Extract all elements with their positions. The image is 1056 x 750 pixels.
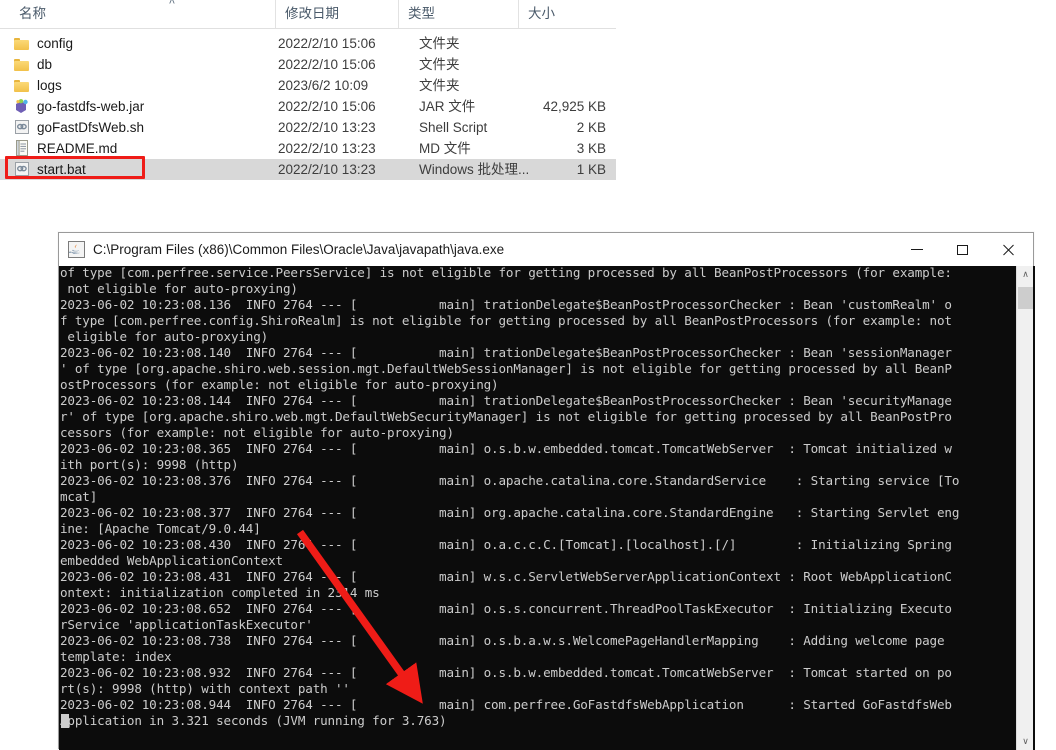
close-button[interactable] [987, 233, 1033, 265]
file-size-cell: 3 KB [576, 141, 606, 156]
file-size-cell [498, 33, 606, 54]
file-name-label: config [37, 36, 74, 51]
file-type-cell: JAR 文件 [419, 99, 476, 114]
file-size-cell: 42,925 KB [542, 99, 606, 114]
file-date-cell: 2023/6/2 10:09 [278, 78, 369, 93]
file-type-cell: 文件夹 [419, 36, 460, 51]
column-header-name[interactable]: 名称 ˄ [10, 0, 275, 28]
java-icon [68, 241, 85, 258]
jar-file-icon [14, 98, 30, 114]
column-header-size-label: 大小 [528, 6, 555, 21]
selection-annotation-box [5, 156, 145, 179]
file-type-cell: Shell Script [419, 120, 488, 135]
console-log-text: of type [com.perfree.service.PeersServic… [60, 266, 960, 729]
markdown-file-icon [14, 140, 30, 156]
column-header-name-label: 名称 [19, 6, 46, 21]
scroll-up-icon[interactable]: ∧ [1017, 266, 1034, 283]
file-explorer-list: 名称 ˄ 修改日期 类型 大小 config 2022/2/10 15:06 文件夹… [0, 0, 1056, 200]
file-size-cell [498, 75, 606, 96]
column-header-row: 名称 ˄ 修改日期 类型 大小 [0, 0, 616, 29]
file-date-cell: 2022/2/10 15:06 [278, 99, 376, 114]
file-name-cell: config [14, 33, 73, 54]
column-header-date-label: 修改日期 [285, 6, 339, 21]
file-date-cell: 2022/2/10 13:23 [278, 120, 376, 135]
file-name-label: README.md [37, 141, 118, 156]
file-name-cell: db [14, 54, 52, 75]
console-scrollbar[interactable]: ∧ ∨ [1016, 266, 1033, 750]
file-date-cell: 2022/2/10 15:06 [278, 36, 376, 51]
file-type-cell: MD 文件 [419, 141, 471, 156]
table-row[interactable]: db 2022/2/10 15:06 文件夹 [0, 54, 616, 75]
maximize-button[interactable] [941, 233, 987, 265]
file-name-label: db [37, 57, 53, 72]
file-name-label: goFastDfsWeb.sh [37, 120, 145, 135]
column-header-date[interactable]: 修改日期 [275, 0, 398, 28]
file-type-cell: 文件夹 [419, 57, 460, 72]
column-header-type[interactable]: 类型 [398, 0, 518, 28]
folder-icon [14, 77, 30, 93]
file-name-label: logs [37, 78, 62, 93]
folder-icon [14, 35, 30, 51]
column-header-type-label: 类型 [408, 6, 435, 21]
file-name-label: go-fastdfs-web.jar [37, 99, 145, 114]
table-row[interactable]: config 2022/2/10 15:06 文件夹 [0, 33, 616, 54]
file-type-cell: 文件夹 [419, 78, 460, 93]
file-size-cell [498, 54, 606, 75]
file-name-cell: logs [14, 75, 62, 96]
console-output-area[interactable]: of type [com.perfree.service.PeersServic… [59, 266, 1035, 750]
minimize-button[interactable] [895, 233, 941, 265]
table-row[interactable]: go-fastdfs-web.jar 2022/2/10 15:06 JAR 文件 4… [0, 96, 616, 117]
console-cursor [61, 714, 69, 728]
file-name-cell: goFastDfsWeb.sh [14, 117, 144, 138]
file-date-cell: 2022/2/10 13:23 [278, 141, 376, 156]
scrollbar-thumb[interactable] [1018, 287, 1033, 309]
scroll-down-icon[interactable]: ∨ [1017, 733, 1034, 750]
console-title-bar[interactable]: C:\Program Files (x86)\Common Files\Orac… [59, 233, 1033, 266]
shell-script-icon [14, 119, 30, 135]
folder-icon [14, 56, 30, 72]
sort-ascending-icon: ˄ [168, 0, 176, 8]
table-row[interactable]: goFastDfsWeb.sh 2022/2/10 13:23 Shell Scri… [0, 117, 616, 138]
console-window: C:\Program Files (x86)\Common Files\Orac… [58, 232, 1035, 750]
file-date-cell: 2022/2/10 15:06 [278, 57, 376, 72]
file-size-cell: 1 KB [576, 162, 606, 177]
file-size-cell: 2 KB [576, 120, 606, 135]
table-row[interactable]: logs 2023/6/2 10:09 文件夹 [0, 75, 616, 96]
column-header-size[interactable]: 大小 [518, 0, 616, 28]
file-date-cell: 2022/2/10 13:23 [278, 162, 376, 177]
file-name-cell: go-fastdfs-web.jar [14, 96, 144, 117]
console-title-text: C:\Program Files (x86)\Common Files\Orac… [93, 242, 505, 257]
